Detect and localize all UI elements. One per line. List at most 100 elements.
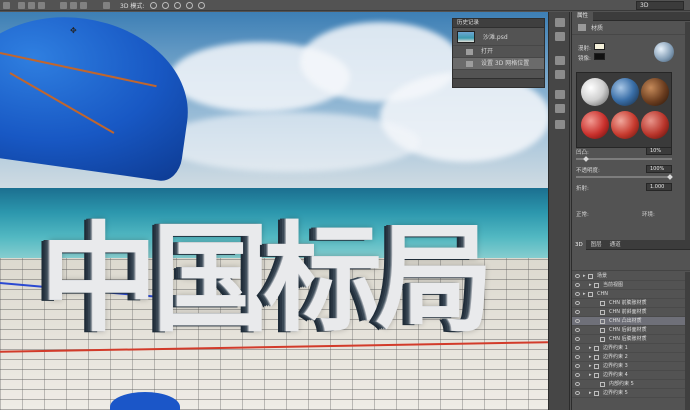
visibility-eye-icon[interactable]	[575, 337, 580, 341]
3d-slide-icon[interactable]	[186, 2, 193, 9]
layer-type-icon	[600, 301, 605, 306]
visibility-eye-icon[interactable]	[575, 391, 580, 395]
layer-row[interactable]: CHN 前斜面材质	[572, 308, 690, 317]
opacity-field[interactable]: 100%	[646, 165, 672, 173]
workspace-dropdown[interactable]: 3D	[636, 1, 684, 10]
history-item-open[interactable]: 打开	[453, 46, 544, 58]
layer-row[interactable]: ▸ 当前视图	[572, 281, 690, 290]
material-preview[interactable]	[654, 42, 674, 62]
layer-label: CHN 后斜面材质	[609, 327, 647, 333]
distribute-left-icon[interactable]	[60, 2, 67, 9]
visibility-eye-icon[interactable]	[575, 274, 580, 278]
visibility-eye-icon[interactable]	[575, 283, 580, 287]
visibility-eye-icon[interactable]	[575, 301, 580, 305]
align-right-icon[interactable]	[38, 2, 45, 9]
info-panel-icon[interactable]	[555, 120, 565, 129]
clone-source-icon[interactable]	[555, 70, 565, 79]
layers-tab-bar: 3D 图层 通道	[572, 240, 690, 250]
history-snapshot[interactable]: 沙滩.psd	[453, 28, 544, 46]
tab-properties[interactable]: 属性	[572, 12, 594, 21]
bump-slider[interactable]	[576, 158, 672, 160]
layer-row[interactable]: CHN 后斜面材质	[572, 326, 690, 335]
visibility-eye-icon[interactable]	[575, 382, 580, 386]
layer-row[interactable]: CHN 后膨胀材质	[572, 335, 690, 344]
expand-toggle-icon[interactable]: ▸	[589, 371, 592, 380]
layer-label: CHN	[597, 291, 608, 297]
character-panel-icon[interactable]	[555, 90, 565, 99]
auto-align-icon[interactable]	[103, 2, 110, 9]
expand-toggle-icon[interactable]: ▸	[589, 281, 592, 290]
layer-type-icon	[588, 274, 593, 279]
cloud	[160, 112, 420, 172]
material-swatch-2[interactable]	[611, 78, 639, 106]
visibility-eye-icon[interactable]	[575, 319, 580, 323]
layers-scrollbar[interactable]	[685, 272, 690, 410]
expand-toggle-icon[interactable]: ▸	[589, 353, 592, 362]
history-footer	[453, 78, 544, 87]
3d-char-3: 标	[264, 210, 382, 348]
visibility-eye-icon[interactable]	[575, 292, 580, 296]
layer-label: 边界约束 1	[603, 345, 628, 351]
material-swatch-3[interactable]	[641, 78, 669, 106]
material-swatch-1[interactable]	[581, 78, 609, 106]
bump-label: 凹凸:	[576, 150, 589, 156]
3d-roll-icon[interactable]	[162, 2, 169, 9]
expand-toggle-icon[interactable]: ▸	[589, 362, 592, 371]
3d-mode-label: 3D 模式:	[120, 3, 145, 10]
bump-field[interactable]: 10%	[646, 147, 672, 155]
visibility-eye-icon[interactable]	[575, 346, 580, 350]
paragraph-panel-icon[interactable]	[555, 104, 565, 113]
3d-rotate-icon[interactable]	[150, 2, 157, 9]
distribute-right-icon[interactable]	[80, 2, 87, 9]
3d-drag-icon[interactable]	[174, 2, 181, 9]
diffuse-color-swatch[interactable]	[594, 43, 605, 50]
actions-panel-icon[interactable]	[555, 32, 565, 41]
layer-row[interactable]: ▸ 边界约束 1	[572, 344, 690, 353]
visibility-eye-icon[interactable]	[575, 373, 580, 377]
layer-row[interactable]: ▸ 边界约束 2	[572, 353, 690, 362]
material-swatch-5[interactable]	[611, 111, 639, 139]
history-panel-icon[interactable]	[555, 18, 565, 27]
layer-row[interactable]: 内部约束 5	[572, 380, 690, 389]
refraction-label: 折射:	[576, 186, 589, 192]
layer-row[interactable]: ▸ 场景	[572, 272, 690, 281]
layer-row[interactable]: CHN 凸出材质	[572, 317, 690, 326]
layer-type-icon	[600, 337, 605, 342]
specular-color-swatch[interactable]	[594, 53, 605, 60]
material-swatch-6[interactable]	[641, 111, 669, 139]
layer-row[interactable]: CHN 前膨胀材质	[572, 299, 690, 308]
layer-row[interactable]: ▸ 边界约束 3	[572, 362, 690, 371]
material-swatch-4[interactable]	[581, 111, 609, 139]
refraction-field[interactable]: 1.000	[646, 183, 672, 191]
visibility-eye-icon[interactable]	[575, 364, 580, 368]
expand-toggle-icon[interactable]: ▸	[589, 389, 592, 398]
visibility-eye-icon[interactable]	[575, 355, 580, 359]
tab-3d[interactable]: 3D	[572, 240, 586, 250]
align-left-icon[interactable]	[18, 2, 25, 9]
history-item-set-mesh-position[interactable]: 设置 3D 网格位置	[453, 58, 544, 70]
layer-row[interactable]: ▸ CHN	[572, 290, 690, 299]
tab-layers[interactable]: 图层	[588, 240, 605, 250]
tab-channels[interactable]: 通道	[607, 240, 624, 250]
layer-type-icon	[600, 328, 605, 333]
layer-row[interactable]: ▸ 边界约束 5	[572, 389, 690, 398]
opacity-slider[interactable]	[576, 176, 672, 178]
layer-type-icon	[588, 292, 593, 297]
tool-preset-icon[interactable]	[3, 2, 10, 9]
distribute-center-icon[interactable]	[70, 2, 77, 9]
3d-scale-icon[interactable]	[198, 2, 205, 9]
layer-label: 边界约束 2	[603, 354, 628, 360]
visibility-eye-icon[interactable]	[575, 310, 580, 314]
history-panel: 历史记录 沙滩.psd 打开 设置 3D 网格位置	[452, 18, 545, 88]
expand-toggle-icon[interactable]: ▸	[583, 272, 586, 281]
3d-text-object[interactable]: 中 国 标 局	[40, 204, 494, 354]
align-center-icon[interactable]	[28, 2, 35, 9]
layer-row[interactable]: ▸ 边界约束 4	[572, 371, 690, 380]
expand-toggle-icon[interactable]: ▸	[589, 344, 592, 353]
properties-scrollbar[interactable]	[685, 22, 690, 240]
expand-toggle-icon[interactable]: ▸	[583, 290, 586, 299]
visibility-eye-icon[interactable]	[575, 328, 580, 332]
layer-label: CHN 前斜面材质	[609, 309, 647, 315]
layer-type-icon	[600, 310, 605, 315]
brush-panel-icon[interactable]	[555, 56, 565, 65]
